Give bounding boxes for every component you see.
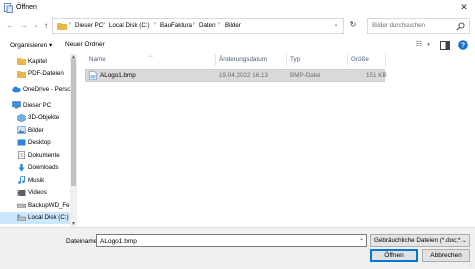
column-divider[interactable]	[215, 54, 216, 66]
nav-item-downloads[interactable]: Downloads	[0, 162, 70, 175]
breadcrumb-separator: ›	[193, 21, 195, 27]
sort-ascending-icon: ︿	[148, 53, 154, 59]
breadcrumb-item[interactable]: Bilder	[225, 22, 241, 29]
nav-item-label: Local Disk (C:)	[28, 214, 69, 221]
nav-item-label: BackupWD_Felix	[28, 201, 76, 209]
drive-icon	[17, 203, 26, 208]
nav-item-3d-objekte[interactable]: 3D-Objekte	[0, 112, 70, 125]
nav-item-label: 3D-Objekte	[28, 114, 60, 121]
nav-scrollbar-thumb[interactable]	[71, 58, 76, 186]
filename-combobox[interactable]: ⌄	[96, 234, 367, 247]
documents-icon	[18, 151, 25, 159]
svg-text:?: ?	[461, 42, 465, 49]
nav-item-kapitel[interactable]: Kapitel	[0, 55, 70, 68]
breadcrumb-separator: ›	[154, 21, 156, 27]
nav-item-musik[interactable]: Musik	[0, 174, 70, 187]
nav-item-label: OneDrive - Persor	[23, 85, 73, 93]
music-icon	[18, 176, 25, 184]
filetype-value: Gebräuchliche Dateien (*.doc;*.	[374, 237, 463, 244]
nav-item-dokumente[interactable]: Dokumente	[0, 149, 70, 162]
breadcrumb-item[interactable]: BauFaktura	[160, 22, 192, 29]
video-icon	[17, 189, 26, 196]
new-folder-button[interactable]: Neuer Ordner	[65, 41, 105, 48]
nav-item-label: PDF-Dateien	[28, 70, 64, 77]
nav-item-label: Downloads	[28, 164, 59, 171]
nav-item-label: Bilder	[28, 126, 44, 134]
help-icon[interactable]: ?	[458, 40, 468, 50]
file-type: BMP-Datei	[290, 72, 321, 79]
up-arrow-icon[interactable]: ↑	[41, 20, 51, 32]
title-bar: Öffnen ✕	[0, 0, 475, 17]
image-file-icon	[89, 71, 97, 80]
chevron-down-icon[interactable]: ▾	[425, 39, 432, 51]
nav-item-label: Dieser PC	[23, 101, 52, 109]
column-divider[interactable]	[286, 54, 287, 66]
desktop-icon	[17, 139, 26, 145]
nav-item-label: Videos	[28, 189, 47, 196]
nav-item-bilder[interactable]: Bilder	[0, 124, 70, 137]
forward-arrow-icon[interactable]: →	[19, 20, 29, 32]
nav-item-label: Musik	[28, 176, 45, 184]
navigation-pane: Kapitel PDF-Dateien OneDrive - Persor Di…	[0, 53, 77, 228]
chevron-down-icon: ⌄	[461, 237, 467, 244]
chevron-down-icon[interactable]: ⌄	[331, 21, 341, 28]
cloud-icon	[12, 86, 21, 93]
nav-item-videos[interactable]: Videos	[0, 187, 70, 200]
filename-field[interactable]	[100, 236, 350, 246]
nav-item-label: Desktop	[28, 139, 51, 146]
cancel-button[interactable]: Abbrechen	[422, 249, 470, 262]
recent-chevron-icon[interactable]: ⌄	[31, 20, 41, 32]
address-bar[interactable]: › Dieser PC › Local Disk (C:) › BauFaktu…	[52, 18, 344, 34]
preview-pane-icon[interactable]	[440, 41, 450, 50]
column-header-date[interactable]: Änderungsdatum	[219, 56, 267, 63]
filetype-select[interactable]: Gebräuchliche Dateien (*.doc;*. ⌄	[370, 234, 470, 247]
nav-item-desktop[interactable]: Desktop	[0, 137, 70, 150]
window-title: Öffnen	[16, 4, 37, 11]
cube-icon	[17, 113, 26, 122]
nav-item-backupwd[interactable]: BackupWD_Felix	[0, 199, 75, 212]
file-name: ALogo1.bmp	[100, 72, 136, 79]
folder-icon	[17, 58, 26, 65]
column-header-size[interactable]: Größe	[351, 56, 369, 63]
column-header-type[interactable]: Typ	[290, 56, 300, 63]
search-placeholder: Bilder durchsuchen	[372, 22, 425, 29]
column-divider[interactable]	[347, 54, 348, 66]
column-divider[interactable]	[385, 54, 386, 66]
column-header-name[interactable]: Name	[89, 56, 106, 63]
folder-icon	[57, 23, 67, 30]
breadcrumb-item[interactable]: Daten	[199, 22, 216, 29]
breadcrumb-item[interactable]: Dieser PC	[75, 22, 103, 29]
search-input[interactable]: Bilder durchsuchen	[367, 18, 470, 34]
file-size: 151 KB	[366, 72, 387, 79]
organize-button[interactable]: Organisieren ▾	[10, 41, 52, 49]
download-icon	[18, 163, 25, 172]
pictures-icon	[17, 126, 26, 134]
app-icon	[4, 3, 13, 13]
nav-item-label: Kapitel	[28, 57, 47, 65]
nav-item-dieser-pc[interactable]: Dieser PC	[0, 99, 70, 112]
file-date: 19.04.2022 16:13	[219, 72, 269, 79]
nav-item-pdf-dateien[interactable]: PDF-Dateien	[0, 68, 70, 81]
nav-item-label: Dokumente	[28, 151, 60, 159]
breadcrumb-item[interactable]: Local Disk (C:)	[109, 22, 150, 29]
back-arrow-icon[interactable]: ←	[5, 20, 15, 32]
close-icon[interactable]: ✕	[459, 2, 469, 14]
drive-icon	[17, 214, 26, 221]
open-button[interactable]: Öffnen	[370, 249, 418, 262]
resize-grip-icon[interactable]: ⋰	[469, 262, 474, 268]
view-options-icon[interactable]: ☷	[413, 39, 425, 51]
breadcrumb-separator: ›	[218, 21, 220, 27]
search-icon	[456, 22, 465, 31]
filename-label: Dateiname:	[66, 238, 100, 245]
breadcrumb-separator: ›	[69, 21, 71, 27]
breadcrumb-separator: ›	[103, 21, 105, 27]
nav-item-local-disk[interactable]: Local Disk (C:)	[0, 211, 70, 224]
folder-icon	[17, 70, 26, 78]
chevron-down-icon[interactable]: ⌄	[359, 235, 364, 242]
nav-item-onedrive[interactable]: OneDrive - Persor	[0, 83, 73, 96]
refresh-icon[interactable]: ↻	[348, 20, 358, 32]
computer-icon	[12, 101, 21, 109]
